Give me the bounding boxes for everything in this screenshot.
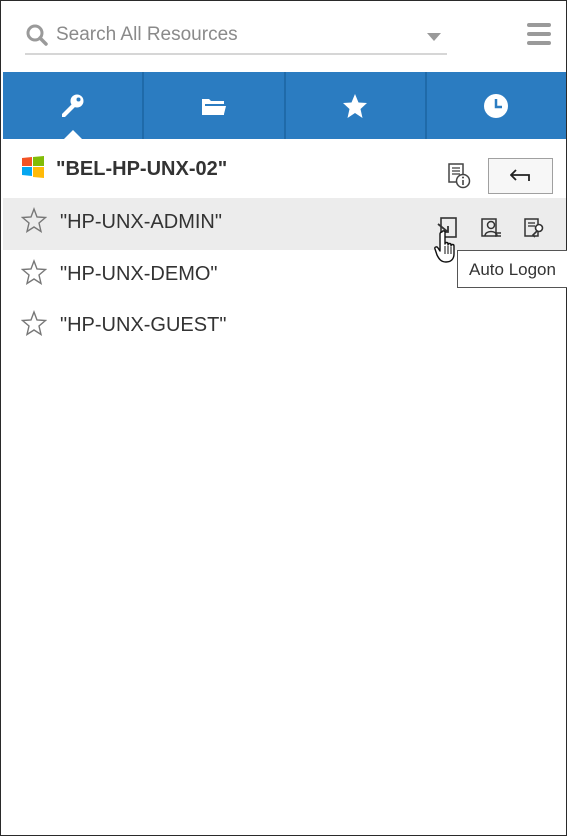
folders-icon	[201, 98, 226, 115]
hamburger-menu-icon[interactable]	[527, 23, 551, 47]
favorite-star-icon[interactable]	[21, 310, 47, 336]
key-icon	[61, 94, 84, 117]
account-row[interactable]: "HP-UNX-GUEST"	[3, 301, 566, 353]
app-frame: "BEL-HP-UNX-02" "HP-UNX-ADMIN"	[0, 0, 567, 836]
windows-logo-icon	[22, 156, 44, 178]
search-bar	[25, 17, 447, 55]
account-row[interactable]: "HP-UNX-ADMIN"	[3, 198, 566, 250]
account-name[interactable]: "HP-UNX-DEMO"	[60, 263, 218, 286]
tab-passwords[interactable]	[3, 72, 142, 140]
tab-favorites[interactable]	[283, 72, 425, 139]
account-name[interactable]: "HP-UNX-ADMIN"	[60, 211, 222, 234]
user-details-icon[interactable]	[479, 216, 503, 240]
tab-folders[interactable]	[142, 72, 283, 139]
clock-icon	[484, 93, 509, 118]
tab-bar	[3, 72, 566, 140]
resource-header: "BEL-HP-UNX-02"	[3, 147, 566, 195]
active-tab-pointer	[62, 130, 83, 140]
tooltip: Auto Logon	[457, 250, 567, 288]
search-icon	[26, 24, 48, 46]
back-arrow-icon	[509, 169, 530, 181]
back-button[interactable]	[488, 158, 553, 194]
star-icon	[343, 93, 368, 118]
favorite-star-icon[interactable]	[21, 259, 47, 285]
resource-title: "BEL-HP-UNX-02"	[56, 158, 228, 180]
account-name[interactable]: "HP-UNX-GUEST"	[60, 314, 226, 337]
password-key-icon[interactable]	[522, 216, 546, 240]
tooltip-text: Auto Logon	[469, 260, 556, 279]
resource-info-icon[interactable]	[447, 163, 471, 189]
caret-down-icon[interactable]	[427, 33, 441, 41]
auto-logon-icon[interactable]	[436, 216, 460, 240]
favorite-star-icon[interactable]	[21, 207, 47, 233]
tab-recent[interactable]	[424, 72, 566, 139]
search-input[interactable]	[56, 21, 416, 49]
